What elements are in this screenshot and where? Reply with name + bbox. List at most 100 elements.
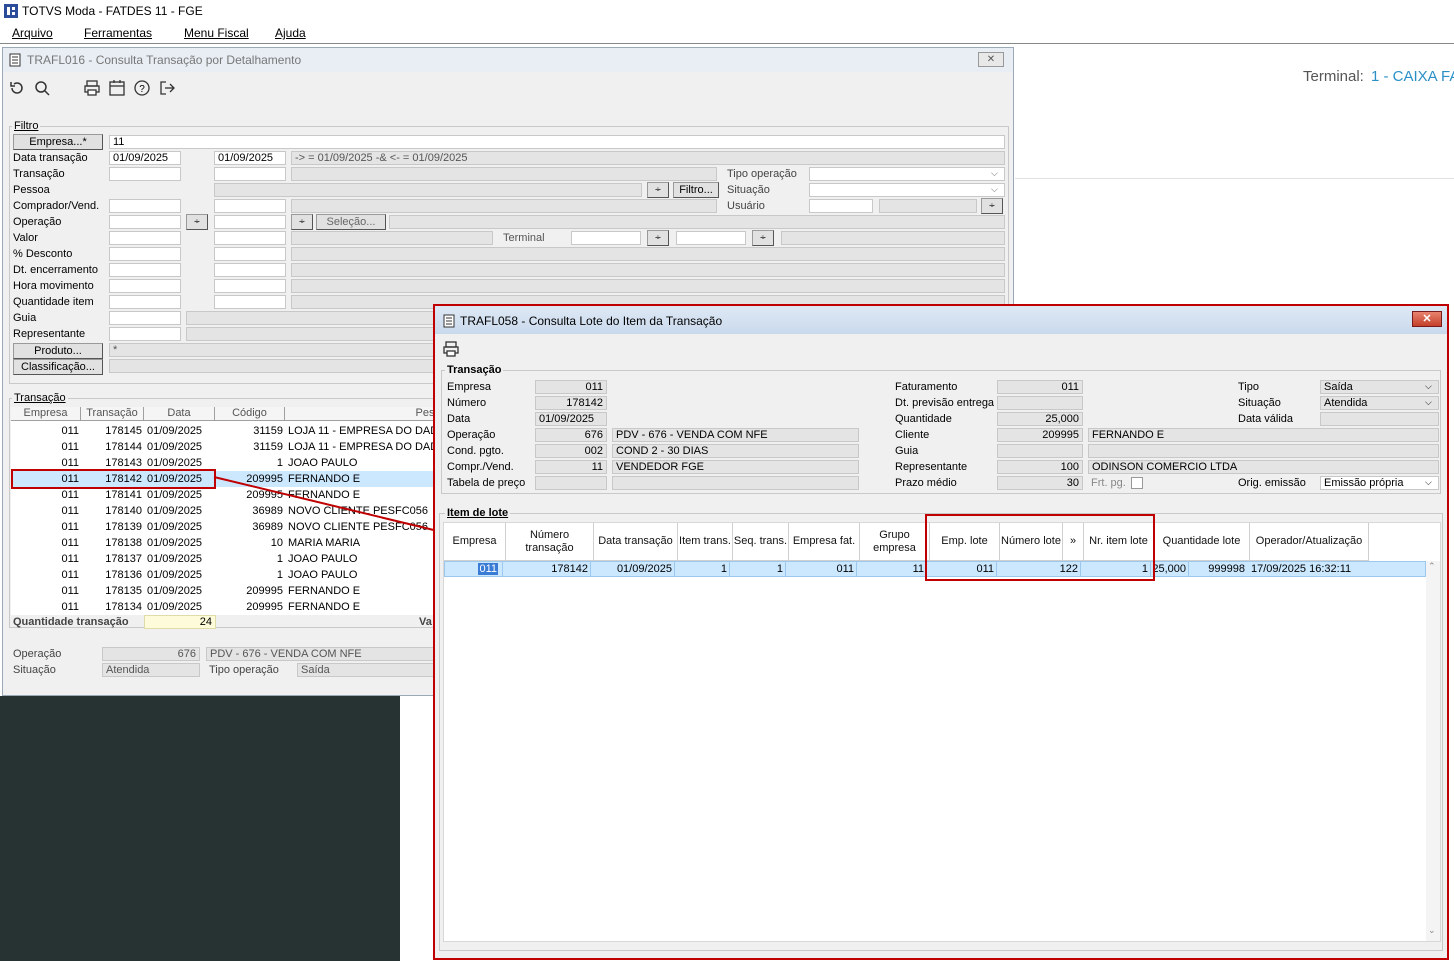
col-pessoa[interactable]: Pess (285, 407, 441, 421)
lote-col-header[interactable]: Empresa fat. (789, 523, 860, 561)
hora-desc (291, 279, 1005, 293)
table-cell: 011 (61, 441, 79, 453)
table-cell: LOJA 11 - EMPRESA DO DADD (288, 425, 441, 437)
lote-col-header[interactable]: Operador/Atualização (1250, 523, 1369, 561)
menu-ferramentas[interactable]: Ferramentas (84, 26, 152, 40)
menu-fiscal[interactable]: Menu Fiscal (184, 26, 249, 40)
hora-to[interactable] (214, 279, 286, 293)
empresa-button[interactable]: Empresa...* (13, 134, 103, 150)
hora-from[interactable] (109, 279, 181, 293)
lote-col-header[interactable]: Item trans. (678, 523, 733, 561)
qtd-item-to[interactable] (214, 295, 286, 309)
w2-tipo-select[interactable]: Saída (1320, 380, 1439, 394)
search-icon[interactable] (33, 79, 51, 97)
date-from-field[interactable]: 01/09/2025 (109, 151, 181, 165)
empresa-field[interactable]: 11 (109, 135, 1005, 149)
calendar-icon[interactable] (108, 79, 126, 97)
usuario-lookup-button[interactable]: ∻ (981, 198, 1003, 214)
w2-tipo-label: Tipo (1238, 381, 1259, 393)
produto-field[interactable]: * (109, 343, 436, 357)
lote-col-header[interactable]: Empresa (444, 523, 506, 561)
transacao-to[interactable] (214, 167, 286, 181)
operacao-to[interactable] (214, 215, 286, 229)
tipo-operacao-select[interactable] (809, 167, 1005, 181)
exit-icon[interactable] (158, 79, 176, 97)
desconto-to[interactable] (214, 247, 286, 261)
help-icon[interactable]: ? (133, 79, 151, 97)
table-row[interactable]: 011 178145 01/09/2025 31159 LOJA 11 - EMPRES… (11, 423, 441, 439)
table-row[interactable]: 011 178134 01/09/2025 209995 FERNANDO E (11, 599, 441, 615)
representante-from[interactable] (109, 327, 181, 341)
lote-cell: 178142 (507, 562, 591, 576)
refresh-icon[interactable] (8, 79, 26, 97)
operacao-from[interactable] (109, 215, 181, 229)
transacao-from[interactable] (109, 167, 181, 181)
qtd-item-from[interactable] (109, 295, 181, 309)
table-row[interactable]: 011 178135 01/09/2025 209995 FERNANDO E (11, 583, 441, 599)
lote-scrollbar[interactable]: ⌃ ⌄ (1426, 561, 1440, 941)
scroll-up-icon[interactable]: ⌃ (1428, 561, 1436, 572)
lote-cell-atualizacao: 17/09/2025 16:32:11 (1251, 563, 1352, 575)
lote-col-header[interactable]: Número transação (506, 523, 594, 561)
dt-enc-to[interactable] (214, 263, 286, 277)
connector-arrow (213, 476, 443, 533)
valor-from[interactable] (109, 231, 181, 245)
label-pessoa: Pessoa (13, 184, 50, 196)
print-icon[interactable] (83, 79, 101, 97)
highlight-lote-columns (925, 514, 1155, 581)
lote-col-header[interactable]: Quantidade lote (1154, 523, 1250, 561)
classificacao-button[interactable]: Classificação... (13, 359, 103, 375)
menu-arquivo[interactable]: Arquivo (12, 26, 53, 40)
lote-col-header[interactable]: Data transação (594, 523, 678, 561)
comprador-to[interactable] (214, 199, 286, 213)
table-row[interactable]: 011 178137 01/09/2025 1 JOAO PAULO (11, 551, 441, 567)
label-hora-movimento: Hora movimento (13, 280, 94, 292)
print-icon[interactable] (442, 340, 460, 358)
filtro-button[interactable]: Filtro... (673, 182, 719, 198)
lote-col-header[interactable]: Seq. trans. (733, 523, 789, 561)
highlight-selected-row (11, 469, 216, 489)
terminal-lookup-button-2[interactable]: ∻ (752, 230, 774, 246)
w1-titlebar: TRAFL016 - Consulta Transação por Detalh… (3, 48, 1013, 72)
selecao-button[interactable]: Seleção... (316, 214, 386, 230)
col-data[interactable]: Data (144, 407, 215, 421)
w2-qtd-value: 25,000 (997, 412, 1083, 426)
w2-sit-select[interactable]: Atendida (1320, 396, 1439, 410)
valor-to[interactable] (214, 231, 286, 245)
table-row[interactable]: 011 178136 01/09/2025 1 JOAO PAULO (11, 567, 441, 583)
operacao-lookup-button[interactable]: ∻ (186, 214, 208, 230)
dt-enc-from[interactable] (109, 263, 181, 277)
w2-prazo-label: Prazo médio (895, 477, 957, 489)
w2-close-button[interactable]: ✕ (1412, 311, 1442, 327)
scroll-down-icon[interactable]: ⌄ (1428, 925, 1436, 936)
terminal-field-2[interactable] (676, 231, 746, 245)
table-cell: 1 (276, 457, 283, 469)
frt-checkbox[interactable] (1131, 477, 1143, 489)
pessoa-lookup-button[interactable]: ∻ (647, 182, 669, 198)
situacao-select[interactable] (809, 183, 1005, 197)
classificacao-field[interactable] (109, 359, 436, 373)
table-row[interactable]: 011 178144 01/09/2025 31159 LOJA 11 - EMPRES… (11, 439, 441, 455)
table-cell: 011 (61, 585, 79, 597)
guia-from[interactable] (109, 311, 181, 325)
lote-col-header[interactable]: Grupo empresa (860, 523, 930, 561)
desconto-from[interactable] (109, 247, 181, 261)
menu-ajuda[interactable]: Ajuda (275, 26, 306, 40)
date-to-field[interactable]: 01/09/2025 (214, 151, 286, 165)
lote-cell: 11 (861, 562, 927, 576)
w2-tabela-desc (612, 476, 859, 490)
terminal-lookup-button[interactable]: ∻ (647, 230, 669, 246)
produto-button[interactable]: Produto... (13, 343, 103, 359)
pessoa-field[interactable] (214, 183, 642, 197)
w2-orig-select[interactable]: Emissão própria (1320, 476, 1439, 490)
w2-prazo-value: 30 (997, 476, 1083, 490)
terminal-field[interactable] (571, 231, 641, 245)
usuario-field[interactable] (809, 199, 873, 213)
col-codigo[interactable]: Código (215, 407, 285, 421)
w1-close-button[interactable]: ✕ (978, 52, 1004, 67)
operacao-to-lookup-button[interactable]: ∻ (291, 214, 313, 230)
bottom-situacao-label: Situação (13, 664, 56, 676)
comprador-from[interactable] (109, 199, 181, 213)
col-transacao[interactable]: Transação (81, 407, 144, 421)
col-empresa[interactable]: Empresa (11, 407, 81, 421)
